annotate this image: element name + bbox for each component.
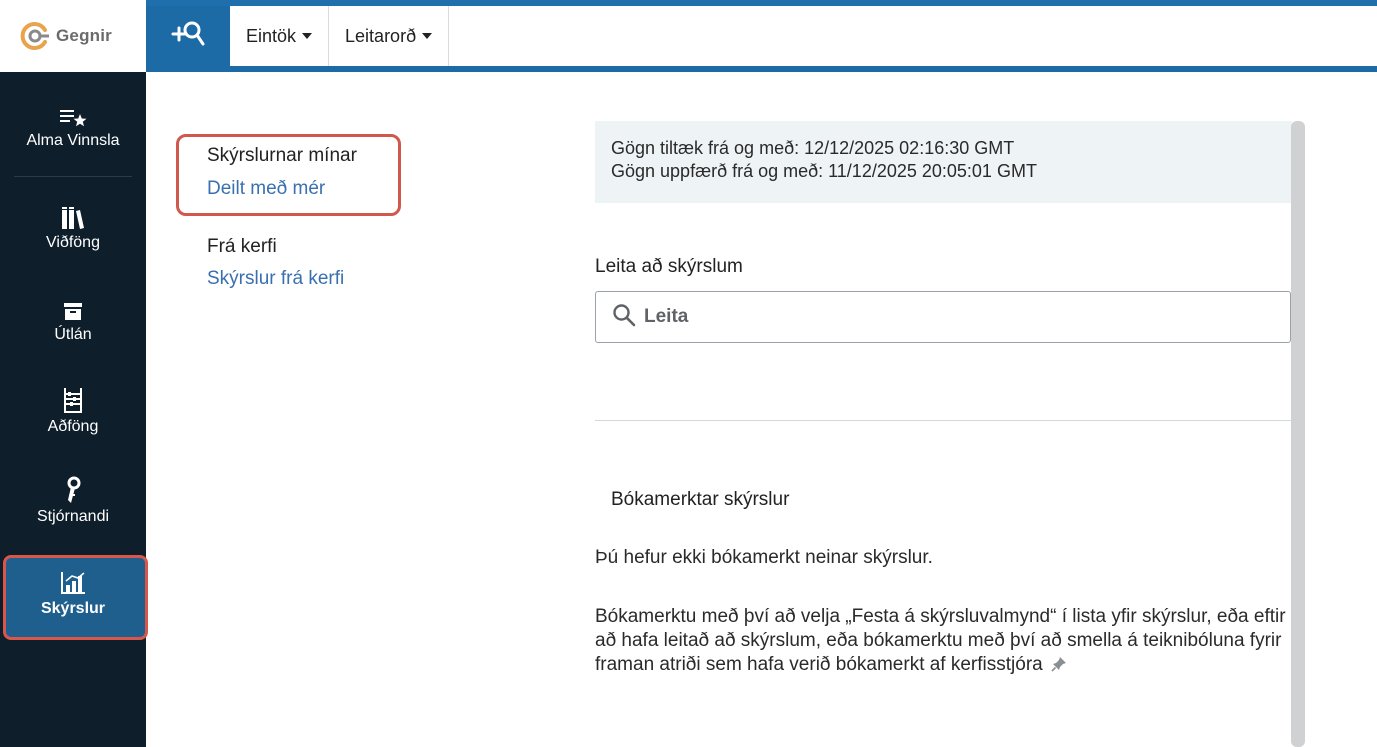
bookmarked-empty-message: Þú hefur ekki bókamerkt neinar skýrslur. — [595, 547, 933, 568]
gegnir-logo-icon — [20, 21, 50, 51]
chevron-down-icon — [422, 33, 433, 39]
data-availability-info: Gögn tiltæk frá og með: 12/12/2025 02:16… — [595, 121, 1292, 203]
bar-chart-icon — [58, 568, 88, 596]
logo[interactable]: Gegnir — [0, 0, 146, 72]
bookmarked-reports-title: Bókamerktar skýrslur — [611, 489, 790, 510]
logo-text: Gegnir — [56, 26, 112, 45]
key-icon — [63, 476, 83, 504]
sidebar: Alma Vinnsla Viðföng Útlán Aðföng Stjórn… — [0, 72, 148, 747]
sidebar-item-skyrslur[interactable]: Skýrslur — [0, 568, 146, 618]
nav-link-shared-with-me[interactable]: Deilt með mér — [207, 178, 325, 200]
search-toggle-button[interactable] — [146, 6, 230, 66]
search-reports-field[interactable] — [595, 291, 1291, 343]
nav-heading-my-reports: Skýrslurnar mínar — [207, 145, 357, 166]
search-input[interactable] — [644, 306, 1244, 328]
info-available-from: Gögn tiltæk frá og með: 12/12/2025 02:16… — [611, 138, 1015, 158]
nav-link-system-reports[interactable]: Skýrslur frá kerfi — [207, 268, 344, 290]
sidebar-item-label: Stjórnandi — [36, 508, 110, 525]
sidebar-item-stjornandi[interactable]: Stjórnandi — [0, 476, 146, 526]
sidebar-item-vidfong[interactable]: Viðföng — [0, 202, 146, 252]
dropdown-leitarord-label: Leitarorð — [345, 25, 417, 46]
bookmarked-help-text: Bókamerktu með því að velja „Festa á ský… — [595, 605, 1295, 679]
sidebar-item-label: Aðföng — [47, 418, 99, 435]
info-updated-from: Gögn uppfærð frá og með: 11/12/2025 20:0… — [611, 161, 1037, 181]
sidebar-item-label: Skýrslur — [40, 600, 106, 617]
books-icon — [59, 202, 87, 230]
top-bar: Eintök Leitarorð — [146, 0, 1377, 72]
sidebar-item-label: Viðföng — [46, 234, 100, 251]
search-icon — [612, 303, 636, 332]
dropdown-leitarord[interactable]: Leitarorð — [329, 6, 450, 66]
sidebar-item-alma-vinnsla[interactable]: Alma Vinnsla — [0, 100, 146, 150]
sidebar-item-utlan[interactable]: Útlán — [0, 294, 146, 344]
dropdown-eintok-label: Eintök — [246, 25, 297, 46]
abacus-icon — [60, 386, 86, 414]
chevron-down-icon — [302, 33, 313, 39]
sidebar-item-label: Alma Vinnsla — [26, 132, 120, 149]
divider — [595, 420, 1291, 421]
sidebar-divider — [14, 176, 132, 177]
sidebar-item-label: Útlán — [54, 326, 92, 343]
list-star-icon — [58, 100, 88, 128]
dropdown-eintok[interactable]: Eintök — [230, 6, 330, 66]
top-search-bar[interactable]: Eintök Leitarorð — [230, 6, 1377, 66]
search-reports-label: Leita að skýrslum — [595, 256, 743, 277]
search-plus-icon — [170, 19, 206, 54]
nav-heading-from-system: Frá kerfi — [207, 236, 277, 257]
bookmarked-help-body: Bókamerktu með því að velja „Festa á ský… — [595, 606, 1286, 675]
pin-icon — [1051, 655, 1067, 679]
sidebar-item-adfong[interactable]: Aðföng — [0, 386, 146, 436]
archive-box-icon — [61, 294, 85, 322]
